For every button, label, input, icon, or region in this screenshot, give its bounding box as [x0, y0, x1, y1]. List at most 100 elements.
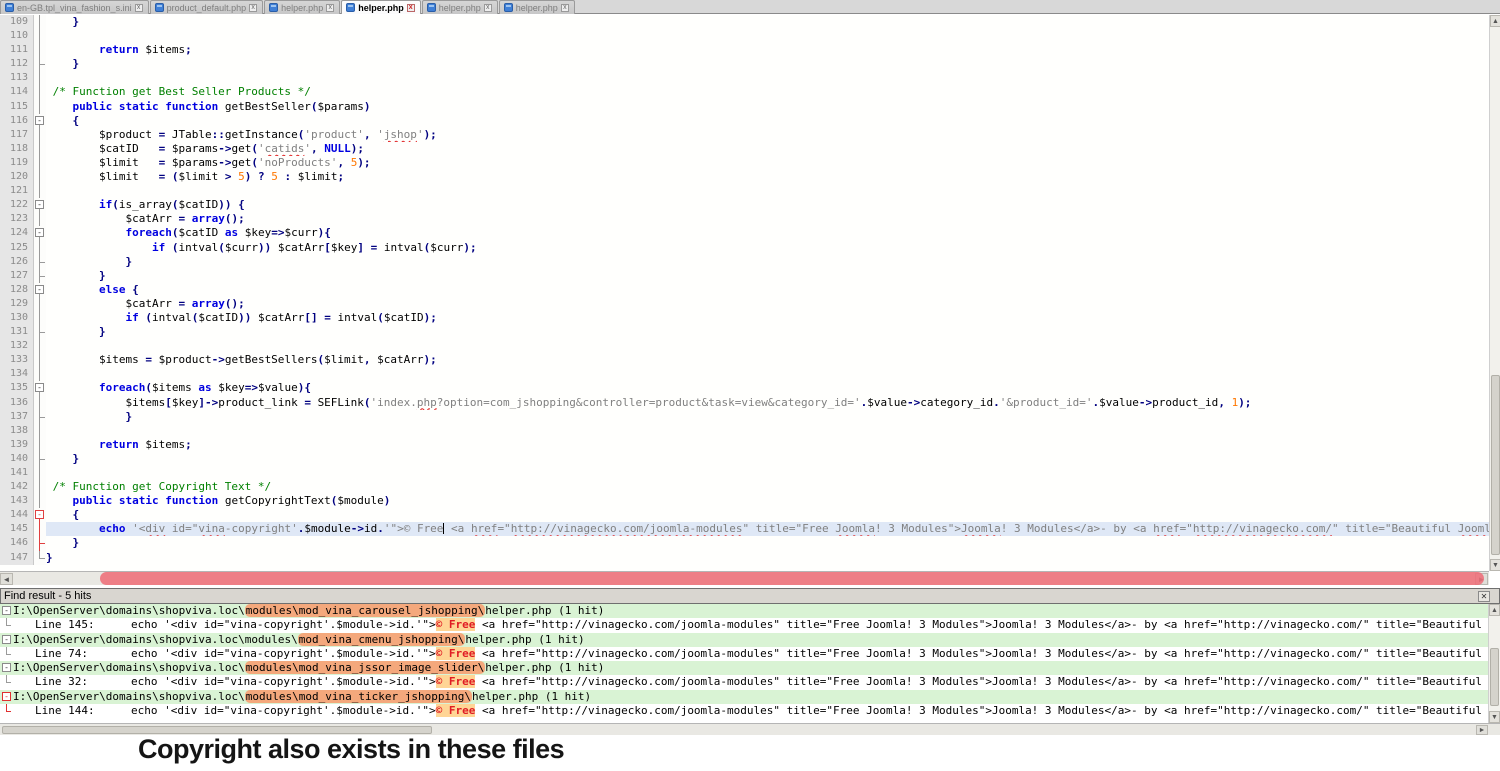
- fold-margin[interactable]: [34, 71, 46, 85]
- code-line-138[interactable]: 138: [0, 424, 1489, 438]
- code-line-119[interactable]: 119 $limit = $params->get('noProducts', …: [0, 156, 1489, 170]
- fold-collapse-icon[interactable]: -: [2, 692, 11, 701]
- fold-margin[interactable]: [34, 466, 46, 480]
- fold-margin[interactable]: [34, 85, 46, 99]
- close-icon[interactable]: x: [484, 4, 492, 12]
- code-line-115[interactable]: 115 public static function getBestSeller…: [0, 100, 1489, 114]
- code-line-125[interactable]: 125 if (intval($curr)) $catArr[$key] = i…: [0, 241, 1489, 255]
- code-line-117[interactable]: 117 $product = JTable::getInstance('prod…: [0, 128, 1489, 142]
- code-line-124[interactable]: 124- foreach($catID as $key=>$curr){: [0, 226, 1489, 240]
- find-result-header[interactable]: Find result - 5 hits ✕: [0, 588, 1500, 604]
- fold-collapse-icon[interactable]: -: [35, 510, 44, 519]
- find-result-hit-row[interactable]: Line 74:echo '<div id="vina-copyright'.$…: [0, 647, 1488, 661]
- code-line-123[interactable]: 123 $catArr = array();: [0, 212, 1489, 226]
- code-line-134[interactable]: 134: [0, 367, 1489, 381]
- code-line-109[interactable]: 109 }: [0, 15, 1489, 29]
- fold-collapse-icon[interactable]: -: [35, 116, 44, 125]
- close-icon[interactable]: x: [407, 4, 415, 12]
- code-line-143[interactable]: 143 public static function getCopyrightT…: [0, 494, 1489, 508]
- tab-helper.php[interactable]: helper.phpx: [422, 0, 498, 14]
- fold-margin[interactable]: [34, 29, 46, 43]
- close-icon[interactable]: x: [135, 4, 143, 12]
- fold-margin[interactable]: [34, 142, 46, 156]
- code-line-122[interactable]: 122- if(is_array($catID)) {: [0, 198, 1489, 212]
- fold-margin[interactable]: [34, 184, 46, 198]
- fold-margin[interactable]: [34, 396, 46, 410]
- code-line-126[interactable]: 126 }: [0, 255, 1489, 269]
- fold-margin[interactable]: [34, 367, 46, 381]
- code-line-146[interactable]: 146 }: [0, 536, 1489, 550]
- code-line-144[interactable]: 144- {: [0, 508, 1489, 522]
- code-line-140[interactable]: 140 }: [0, 452, 1489, 466]
- fold-margin[interactable]: [34, 452, 46, 466]
- find-result-file-row[interactable]: -I:\OpenServer\domains\shopviva.loc\modu…: [0, 690, 1488, 704]
- fold-margin[interactable]: [34, 438, 46, 452]
- code-line-135[interactable]: 135- foreach($items as $key=>$value){: [0, 381, 1489, 395]
- fold-margin[interactable]: [34, 494, 46, 508]
- tab-product_default.php[interactable]: product_default.phpx: [150, 0, 264, 14]
- close-icon[interactable]: x: [249, 4, 257, 12]
- find-result-file-row[interactable]: -I:\OpenServer\domains\shopviva.loc\modu…: [0, 604, 1488, 618]
- find-result-list[interactable]: -I:\OpenServer\domains\shopviva.loc\modu…: [0, 604, 1488, 723]
- fold-margin[interactable]: -: [34, 283, 46, 297]
- scroll-right-icon[interactable]: ►: [1476, 725, 1488, 735]
- editor-vscroll-thumb[interactable]: [1491, 375, 1500, 555]
- find-hscroll-thumb[interactable]: [2, 726, 432, 734]
- fold-margin[interactable]: [34, 15, 46, 29]
- code-line-111[interactable]: 111 return $items;: [0, 43, 1489, 57]
- fold-collapse-icon[interactable]: -: [35, 200, 44, 209]
- fold-collapse-icon[interactable]: -: [2, 663, 11, 672]
- fold-collapse-icon[interactable]: -: [35, 383, 44, 392]
- fold-margin[interactable]: [34, 480, 46, 494]
- fold-margin[interactable]: [34, 410, 46, 424]
- code-line-141[interactable]: 141: [0, 466, 1489, 480]
- code-line-112[interactable]: 112 }: [0, 57, 1489, 71]
- fold-margin[interactable]: -: [34, 114, 46, 128]
- fold-margin[interactable]: -: [34, 508, 46, 522]
- find-result-hit-row[interactable]: Line 145:echo '<div id="vina-copyright'.…: [0, 618, 1488, 632]
- code-line-130[interactable]: 130 if (intval($catID)) $catArr[] = intv…: [0, 311, 1489, 325]
- fold-margin[interactable]: [34, 551, 46, 565]
- find-vertical-scrollbar[interactable]: ▲ ▼: [1488, 604, 1500, 723]
- code-line-142[interactable]: 142 /* Function get Copyright Text */: [0, 480, 1489, 494]
- fold-margin[interactable]: [34, 353, 46, 367]
- code-line-114[interactable]: 114 /* Function get Best Seller Products…: [0, 85, 1489, 99]
- code-line-133[interactable]: 133 $items = $product->getBestSellers($l…: [0, 353, 1489, 367]
- fold-margin[interactable]: -: [34, 226, 46, 240]
- fold-margin[interactable]: [34, 212, 46, 226]
- code-editor[interactable]: 109 }110111 return $items;112 }113114 /*…: [0, 15, 1489, 571]
- fold-margin[interactable]: [34, 43, 46, 57]
- code-line-132[interactable]: 132: [0, 339, 1489, 353]
- scroll-down-icon[interactable]: ▼: [1490, 559, 1500, 571]
- fold-margin[interactable]: [34, 269, 46, 283]
- fold-margin[interactable]: [34, 424, 46, 438]
- tab-en-GB.tpl_vina_fashion_s.ini[interactable]: en-GB.tpl_vina_fashion_s.inix: [0, 0, 149, 14]
- fold-margin[interactable]: [34, 255, 46, 269]
- fold-margin[interactable]: [34, 128, 46, 142]
- find-result-hit-row[interactable]: Line 32:echo '<div id="vina-copyright'.$…: [0, 675, 1488, 689]
- code-line-145[interactable]: 145 echo '<div id="vina-copyright'.$modu…: [0, 522, 1489, 536]
- fold-margin[interactable]: [34, 339, 46, 353]
- fold-collapse-icon[interactable]: -: [2, 635, 11, 644]
- fold-margin[interactable]: [34, 536, 46, 550]
- tab-helper.php[interactable]: helper.phpx: [341, 0, 421, 14]
- code-line-120[interactable]: 120 $limit = ($limit > 5) ? 5 : $limit;: [0, 170, 1489, 184]
- fold-margin[interactable]: [34, 297, 46, 311]
- code-line-131[interactable]: 131 }: [0, 325, 1489, 339]
- scroll-down-icon[interactable]: ▼: [1489, 711, 1500, 723]
- code-line-129[interactable]: 129 $catArr = array();: [0, 297, 1489, 311]
- fold-margin[interactable]: -: [34, 381, 46, 395]
- code-line-147[interactable]: 147}: [0, 551, 1489, 565]
- code-line-137[interactable]: 137 }: [0, 410, 1489, 424]
- fold-margin[interactable]: [34, 241, 46, 255]
- code-line-139[interactable]: 139 return $items;: [0, 438, 1489, 452]
- close-icon[interactable]: x: [326, 4, 334, 12]
- fold-collapse-icon[interactable]: -: [2, 606, 11, 615]
- fold-collapse-icon[interactable]: -: [35, 228, 44, 237]
- code-line-113[interactable]: 113: [0, 71, 1489, 85]
- code-line-136[interactable]: 136 $items[$key]->product_link = SEFLink…: [0, 396, 1489, 410]
- fold-margin[interactable]: -: [34, 198, 46, 212]
- tab-helper.php[interactable]: helper.phpx: [499, 0, 575, 14]
- find-result-file-row[interactable]: -I:\OpenServer\domains\shopviva.loc\modu…: [0, 661, 1488, 675]
- find-result-hit-row[interactable]: Line 144:echo '<div id="vina-copyright'.…: [0, 704, 1488, 718]
